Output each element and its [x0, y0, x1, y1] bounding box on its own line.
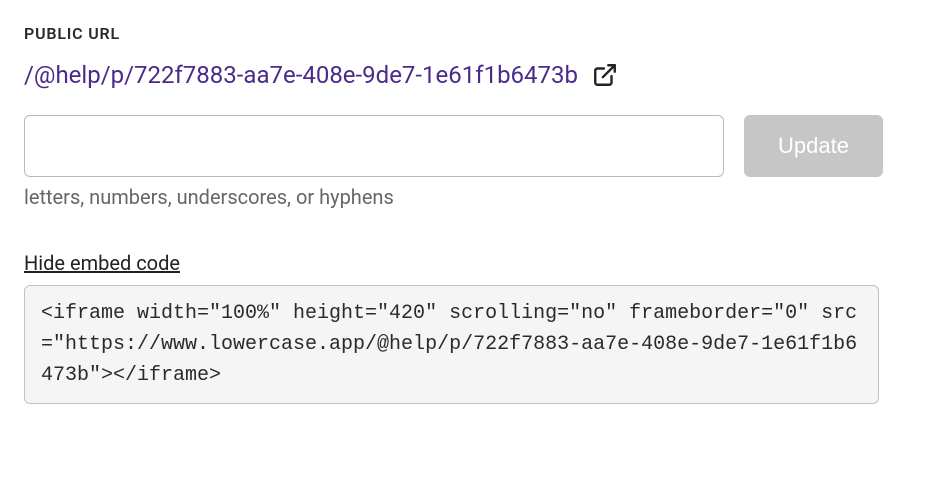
- external-link-icon[interactable]: [592, 62, 618, 88]
- public-url-link[interactable]: /@help/p/722f7883-aa7e-408e-9de7-1e61f1b…: [24, 61, 578, 89]
- url-slug-input[interactable]: [24, 115, 724, 177]
- update-button[interactable]: Update: [744, 115, 883, 177]
- input-helper-text: letters, numbers, underscores, or hyphen…: [24, 185, 906, 209]
- embed-code-box[interactable]: <iframe width="100%" height="420" scroll…: [24, 285, 879, 404]
- section-label: PUBLIC URL: [24, 24, 906, 43]
- public-url-row: /@help/p/722f7883-aa7e-408e-9de7-1e61f1b…: [24, 61, 906, 89]
- toggle-embed-link[interactable]: Hide embed code: [24, 251, 180, 275]
- url-input-row: Update: [24, 115, 906, 177]
